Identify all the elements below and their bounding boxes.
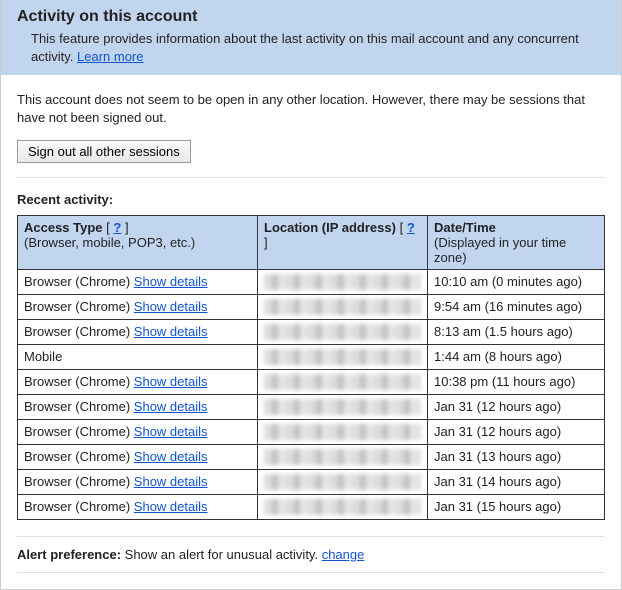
sign-out-sessions-button[interactable]: Sign out all other sessions bbox=[17, 140, 191, 163]
location-help-icon[interactable]: ? bbox=[407, 220, 415, 235]
datetime-header-sub: (Displayed in your time zone) bbox=[434, 235, 598, 265]
datetime-cell: 9:54 am (16 minutes ago) bbox=[428, 295, 605, 320]
ip-redacted bbox=[264, 349, 421, 365]
alert-change-link[interactable]: change bbox=[322, 547, 365, 562]
access-type-text: Browser (Chrome) bbox=[24, 274, 134, 289]
table-row: Browser (Chrome) Show details 10:10 am (0… bbox=[18, 270, 605, 295]
access-type-text: Mobile bbox=[24, 349, 62, 364]
access-type-text: Browser (Chrome) bbox=[24, 474, 134, 489]
table-row: Browser (Chrome) Show details 10:38 pm (1… bbox=[18, 370, 605, 395]
datetime-cell: 10:38 pm (11 hours ago) bbox=[428, 370, 605, 395]
ip-redacted bbox=[264, 449, 421, 465]
datetime-cell: Jan 31 (12 hours ago) bbox=[428, 420, 605, 445]
ip-redacted bbox=[264, 499, 421, 515]
datetime-cell: Jan 31 (12 hours ago) bbox=[428, 395, 605, 420]
datetime-cell: 1:44 am (8 hours ago) bbox=[428, 345, 605, 370]
datetime-cell: Jan 31 (13 hours ago) bbox=[428, 445, 605, 470]
access-type-text: Browser (Chrome) bbox=[24, 399, 134, 414]
table-row: Browser (Chrome) Show details Jan 31 (12 … bbox=[18, 395, 605, 420]
access-type-text: Browser (Chrome) bbox=[24, 299, 134, 314]
access-type-header-main: Access Type bbox=[24, 220, 103, 235]
location-cell bbox=[258, 470, 428, 495]
status-text: This account does not seem to be open in… bbox=[17, 91, 605, 126]
location-cell bbox=[258, 420, 428, 445]
location-cell bbox=[258, 270, 428, 295]
access-type-cell: Browser (Chrome) Show details bbox=[18, 370, 258, 395]
access-type-cell: Browser (Chrome) Show details bbox=[18, 420, 258, 445]
datetime-cell: Jan 31 (15 hours ago) bbox=[428, 495, 605, 520]
show-details-link[interactable]: Show details bbox=[134, 374, 208, 389]
datetime-cell: 10:10 am (0 minutes ago) bbox=[428, 270, 605, 295]
access-type-text: Browser (Chrome) bbox=[24, 324, 134, 339]
datetime-header: Date/Time (Displayed in your time zone) bbox=[428, 216, 605, 270]
location-cell bbox=[258, 395, 428, 420]
datetime-cell: Jan 31 (14 hours ago) bbox=[428, 470, 605, 495]
access-type-cell: Mobile bbox=[18, 345, 258, 370]
show-details-link[interactable]: Show details bbox=[134, 274, 208, 289]
learn-more-link[interactable]: Learn more bbox=[77, 49, 143, 64]
access-type-cell: Browser (Chrome) Show details bbox=[18, 470, 258, 495]
page-title: Activity on this account bbox=[13, 8, 609, 26]
access-type-text: Browser (Chrome) bbox=[24, 374, 134, 389]
alert-preference-text: Show an alert for unusual activity. bbox=[121, 547, 322, 562]
access-type-cell: Browser (Chrome) Show details bbox=[18, 445, 258, 470]
table-row: Browser (Chrome) Show details Jan 31 (14 … bbox=[18, 470, 605, 495]
access-type-cell: Browser (Chrome) Show details bbox=[18, 270, 258, 295]
activity-table: Access Type [ ? ] (Browser, mobile, POP3… bbox=[17, 215, 605, 520]
ip-redacted bbox=[264, 374, 421, 390]
show-details-link[interactable]: Show details bbox=[134, 324, 208, 339]
ip-redacted bbox=[264, 274, 421, 290]
access-type-text: Browser (Chrome) bbox=[24, 424, 134, 439]
location-header: Location (IP address) [ ? ] bbox=[258, 216, 428, 270]
location-cell bbox=[258, 345, 428, 370]
ip-redacted bbox=[264, 424, 421, 440]
show-details-link[interactable]: Show details bbox=[134, 449, 208, 464]
show-details-link[interactable]: Show details bbox=[134, 499, 208, 514]
location-cell bbox=[258, 295, 428, 320]
table-row: Browser (Chrome) Show details Jan 31 (13 … bbox=[18, 445, 605, 470]
ip-redacted bbox=[264, 299, 421, 315]
table-row: Browser (Chrome) Show details Jan 31 (15 … bbox=[18, 495, 605, 520]
page-subtitle: This feature provides information about … bbox=[13, 30, 609, 65]
table-row: Browser (Chrome) Show details Jan 31 (12 … bbox=[18, 420, 605, 445]
access-type-cell: Browser (Chrome) Show details bbox=[18, 495, 258, 520]
access-type-cell: Browser (Chrome) Show details bbox=[18, 295, 258, 320]
location-cell bbox=[258, 370, 428, 395]
table-row: Mobile 1:44 am (8 hours ago) bbox=[18, 345, 605, 370]
access-type-text: Browser (Chrome) bbox=[24, 499, 134, 514]
datetime-header-main: Date/Time bbox=[434, 220, 496, 235]
ip-redacted bbox=[264, 324, 421, 340]
show-details-link[interactable]: Show details bbox=[134, 474, 208, 489]
access-type-cell: Browser (Chrome) Show details bbox=[18, 395, 258, 420]
datetime-cell: 8:13 am (1.5 hours ago) bbox=[428, 320, 605, 345]
show-details-link[interactable]: Show details bbox=[134, 424, 208, 439]
show-details-link[interactable]: Show details bbox=[134, 399, 208, 414]
alert-preference-label: Alert preference: bbox=[17, 547, 121, 562]
location-cell bbox=[258, 445, 428, 470]
ip-redacted bbox=[264, 399, 421, 415]
access-type-text: Browser (Chrome) bbox=[24, 449, 134, 464]
access-type-cell: Browser (Chrome) Show details bbox=[18, 320, 258, 345]
access-type-header: Access Type [ ? ] (Browser, mobile, POP3… bbox=[18, 216, 258, 270]
location-cell bbox=[258, 495, 428, 520]
location-header-main: Location (IP address) bbox=[264, 220, 396, 235]
access-type-header-sub: (Browser, mobile, POP3, etc.) bbox=[24, 235, 251, 250]
table-row: Browser (Chrome) Show details 8:13 am (1.… bbox=[18, 320, 605, 345]
table-row: Browser (Chrome) Show details 9:54 am (16… bbox=[18, 295, 605, 320]
recent-activity-label: Recent activity: bbox=[17, 192, 605, 207]
show-details-link[interactable]: Show details bbox=[134, 299, 208, 314]
ip-redacted bbox=[264, 474, 421, 490]
location-cell bbox=[258, 320, 428, 345]
alert-preference-row: Alert preference: Show an alert for unus… bbox=[17, 536, 605, 573]
